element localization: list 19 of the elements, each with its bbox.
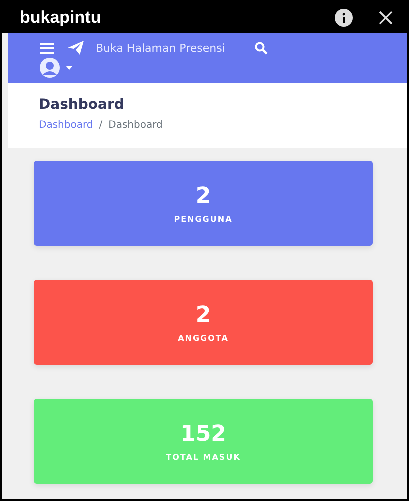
caret-icon[interactable] [66, 66, 73, 70]
stat-value: 152 [180, 422, 226, 446]
search-icon[interactable] [255, 42, 268, 54]
breadcrumb-current: Dashboard [108, 120, 163, 131]
breadcrumb-link[interactable]: Dashboard [39, 120, 94, 131]
presence-page-link[interactable]: Buka Halaman Presensi [68, 41, 226, 55]
stat-label: TOTAL MASUK [166, 452, 241, 462]
close-icon[interactable] [379, 10, 393, 24]
stat-label: ANGGOTA [178, 334, 229, 342]
stat-value: 2 [196, 184, 212, 208]
page-title: Dashboard [39, 97, 126, 113]
window-title: bukapintu [20, 8, 102, 28]
info-icon[interactable] [335, 8, 353, 26]
stat-label: PENGGUNA [174, 214, 233, 224]
menu-icon[interactable] [40, 42, 54, 54]
stat-value: 2 [196, 302, 212, 328]
breadcrumb-separator: / [99, 120, 103, 131]
paper-plane-icon [68, 41, 84, 55]
avatar-icon[interactable] [40, 58, 60, 78]
